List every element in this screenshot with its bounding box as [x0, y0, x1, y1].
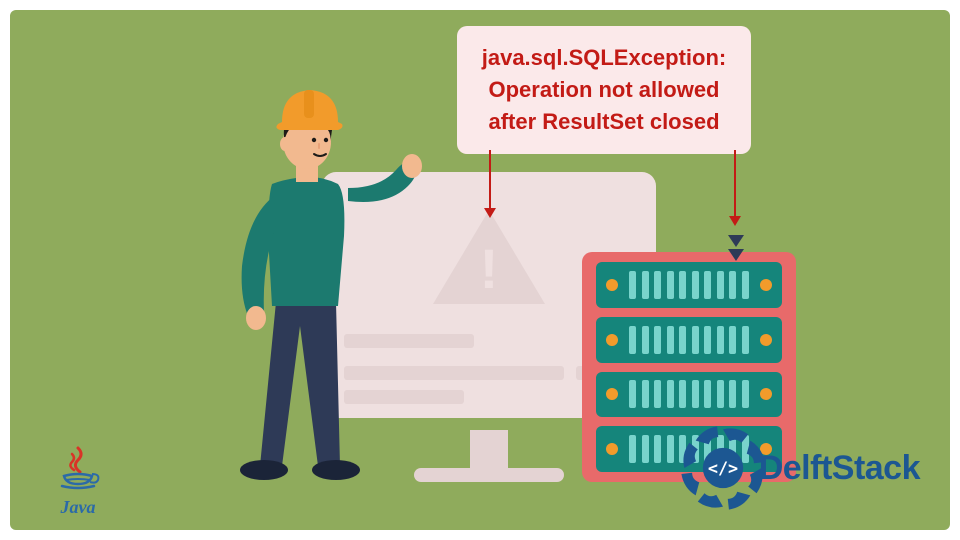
status-light-icon: [606, 279, 618, 291]
status-light-icon: [606, 334, 618, 346]
server-rack-unit: [596, 372, 782, 418]
java-logo: Java: [44, 444, 112, 518]
delftstack-logo: </> DelftStack: [681, 426, 920, 510]
delftstack-wordmark: DelftStack: [759, 449, 920, 488]
status-light-icon: [760, 334, 772, 346]
error-message-callout: java.sql.SQLException: Operation not all…: [457, 26, 751, 154]
server-rack-unit: [596, 262, 782, 308]
callout-line: java.sql.SQLException:: [471, 42, 737, 74]
monitor-neck: [470, 430, 508, 470]
down-arrows-icon: [728, 235, 744, 263]
status-light-icon: [606, 443, 618, 455]
status-light-icon: [760, 388, 772, 400]
delftstack-emblem-icon: </>: [681, 426, 765, 510]
status-light-icon: [760, 279, 772, 291]
callout-line: Operation not allowed: [471, 74, 737, 106]
illustration-canvas: !: [10, 10, 950, 530]
svg-text:</>: </>: [708, 458, 738, 478]
engineer-illustration: [188, 66, 428, 486]
monitor-base: [414, 468, 564, 482]
callout-line: after ResultSet closed: [471, 106, 737, 138]
callout-pointer-to-monitor: [489, 150, 491, 210]
callout-pointer-to-server: [734, 150, 736, 218]
warning-exclamation: !: [480, 236, 499, 301]
java-cup-icon: [54, 444, 102, 492]
status-light-icon: [606, 388, 618, 400]
server-rack-unit: [596, 317, 782, 363]
java-wordmark: Java: [44, 497, 112, 518]
